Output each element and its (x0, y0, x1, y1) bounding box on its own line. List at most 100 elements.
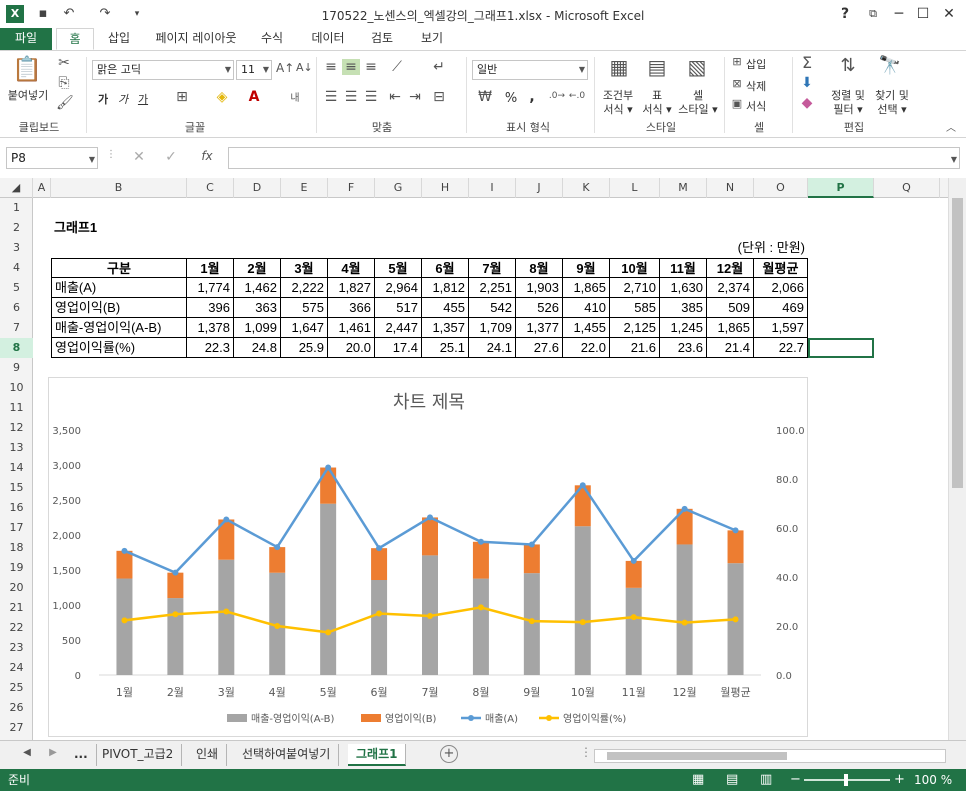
decrease-decimal-icon[interactable]: ←.0 (568, 91, 586, 101)
row-header[interactable]: 26 (0, 698, 33, 718)
format-cells-button[interactable]: 서식 (746, 98, 780, 114)
grow-font-icon[interactable]: A↑ (276, 61, 294, 75)
row-header[interactable]: 27 (0, 718, 33, 738)
tab-formulas[interactable]: 수식 (252, 28, 292, 50)
formula-input[interactable]: ▼ (228, 147, 960, 169)
table-header-cell[interactable]: 10월 (610, 258, 660, 278)
active-cell[interactable] (808, 338, 874, 358)
row-header[interactable]: 14 (0, 458, 33, 478)
decrease-indent-icon[interactable]: ⇤ (386, 89, 404, 105)
row-header[interactable]: 18 (0, 538, 33, 558)
table-cell[interactable]: 21.6 (610, 338, 660, 358)
row-header[interactable]: 10 (0, 378, 33, 398)
tab-review[interactable]: 검토 (362, 28, 402, 50)
format-as-table-line2[interactable]: 서식 ▾ (640, 101, 674, 117)
column-header[interactable]: D (234, 178, 281, 198)
row-header[interactable]: 24 (0, 658, 33, 678)
table-cell[interactable]: 385 (660, 298, 707, 318)
row-header[interactable]: 25 (0, 678, 33, 698)
column-header[interactable]: A (33, 178, 51, 198)
table-header-cell[interactable]: 5월 (375, 258, 422, 278)
comma-button[interactable]: , (526, 89, 538, 105)
table-header-cell[interactable]: 7월 (469, 258, 516, 278)
table-cell[interactable]: 1,378 (187, 318, 234, 338)
table-cell[interactable]: 1,630 (660, 278, 707, 298)
row-header[interactable]: 9 (0, 358, 33, 378)
table-cell[interactable]: 1,462 (234, 278, 281, 298)
normal-view-icon[interactable]: ▦ (692, 769, 704, 791)
cell-styles-icon[interactable]: ▧ (684, 55, 710, 83)
column-header[interactable]: J (516, 178, 563, 198)
table-cell[interactable]: 526 (516, 298, 563, 318)
row-header[interactable]: 17 (0, 518, 33, 538)
zoom-level[interactable]: 100 % (914, 769, 952, 791)
name-box[interactable]: P8 ▼ (6, 147, 98, 169)
row-label-cell[interactable]: 영업이익률(%) (51, 338, 187, 358)
help-button[interactable]: ? (834, 4, 856, 24)
zoom-slider-thumb[interactable] (844, 774, 848, 786)
paste-icon[interactable]: 📋 (12, 55, 42, 85)
table-header-cell[interactable]: 3월 (281, 258, 328, 278)
column-header[interactable]: B (51, 178, 187, 198)
sort-filter-icon[interactable]: ⇅ (834, 55, 862, 83)
sort-filter-line2[interactable]: 필터 ▾ (826, 101, 870, 117)
column-header[interactable]: L (610, 178, 660, 198)
tab-home[interactable]: 홈 (56, 28, 94, 50)
sheet-tab-paste-special[interactable]: 선택하여붙여넣기 (234, 744, 340, 766)
conditional-format-icon[interactable]: ▦ (606, 55, 632, 83)
table-cell[interactable]: 1,099 (234, 318, 281, 338)
format-as-table-icon[interactable]: ▤ (644, 55, 670, 83)
table-cell[interactable]: 2,374 (707, 278, 754, 298)
cut-icon[interactable]: ✂ (56, 55, 72, 71)
phonetic-icon[interactable]: 내 (282, 89, 308, 104)
align-middle-icon[interactable]: ≡ (342, 59, 360, 75)
table-cell[interactable]: 1,812 (422, 278, 469, 298)
table-cell[interactable]: 1,245 (660, 318, 707, 338)
font-size-select[interactable]: 11 ▼ (236, 60, 272, 80)
table-cell[interactable]: 24.1 (469, 338, 516, 358)
row-header[interactable]: 3 (0, 238, 33, 258)
table-cell[interactable]: 1,827 (328, 278, 375, 298)
table-cell[interactable]: 1,461 (328, 318, 375, 338)
format-painter-icon[interactable]: 🖌 (56, 95, 74, 111)
table-cell[interactable]: 17.4 (375, 338, 422, 358)
table-cell[interactable]: 21.4 (707, 338, 754, 358)
page-break-view-icon[interactable]: ▥ (760, 769, 772, 791)
table-cell[interactable]: 1,647 (281, 318, 328, 338)
scroll-right-icon[interactable]: ▶ (46, 747, 60, 758)
maximize-button[interactable]: ☐ (912, 4, 934, 24)
table-cell[interactable]: 575 (281, 298, 328, 318)
table-header-cell[interactable]: 9월 (563, 258, 610, 278)
row-header[interactable]: 19 (0, 558, 33, 578)
page-layout-view-icon[interactable]: ▤ (726, 769, 738, 791)
sheet-tab-graph1[interactable]: 그래프1 (348, 744, 407, 766)
table-header-cell[interactable]: 4월 (328, 258, 375, 278)
column-header[interactable]: I (469, 178, 516, 198)
close-button[interactable]: ✕ (938, 4, 960, 24)
table-header-cell[interactable]: 구분 (51, 258, 187, 278)
row-header-selected[interactable]: 8 (0, 338, 33, 358)
align-left-icon[interactable]: ☰ (322, 89, 340, 105)
horizontal-scroll-thumb[interactable] (607, 752, 787, 760)
table-header-cell[interactable]: 2월 (234, 258, 281, 278)
table-cell[interactable]: 410 (563, 298, 610, 318)
autosum-icon[interactable]: Σ (798, 53, 816, 72)
table-cell[interactable]: 2,125 (610, 318, 660, 338)
table-cell[interactable]: 517 (375, 298, 422, 318)
table-cell[interactable]: 363 (234, 298, 281, 318)
table-cell[interactable]: 1,357 (422, 318, 469, 338)
row-label-cell[interactable]: 매출-영업이익(A-B) (51, 318, 187, 338)
font-color-icon[interactable]: A (244, 89, 264, 105)
find-select-icon[interactable]: 🔭 (876, 55, 904, 83)
fill-color-icon[interactable]: ◈ (212, 89, 232, 105)
table-cell[interactable]: 24.8 (234, 338, 281, 358)
table-cell[interactable]: 1,709 (469, 318, 516, 338)
table-cell[interactable]: 542 (469, 298, 516, 318)
tab-view[interactable]: 보기 (412, 28, 452, 50)
column-header[interactable]: G (375, 178, 422, 198)
sheet-tab-pivot[interactable]: PIVOT_고급2 (94, 744, 183, 766)
table-cell[interactable]: 1,865 (563, 278, 610, 298)
align-right-icon[interactable]: ☰ (362, 89, 380, 105)
row-header[interactable]: 5 (0, 278, 33, 298)
copy-icon[interactable]: ⎘ (56, 75, 72, 91)
